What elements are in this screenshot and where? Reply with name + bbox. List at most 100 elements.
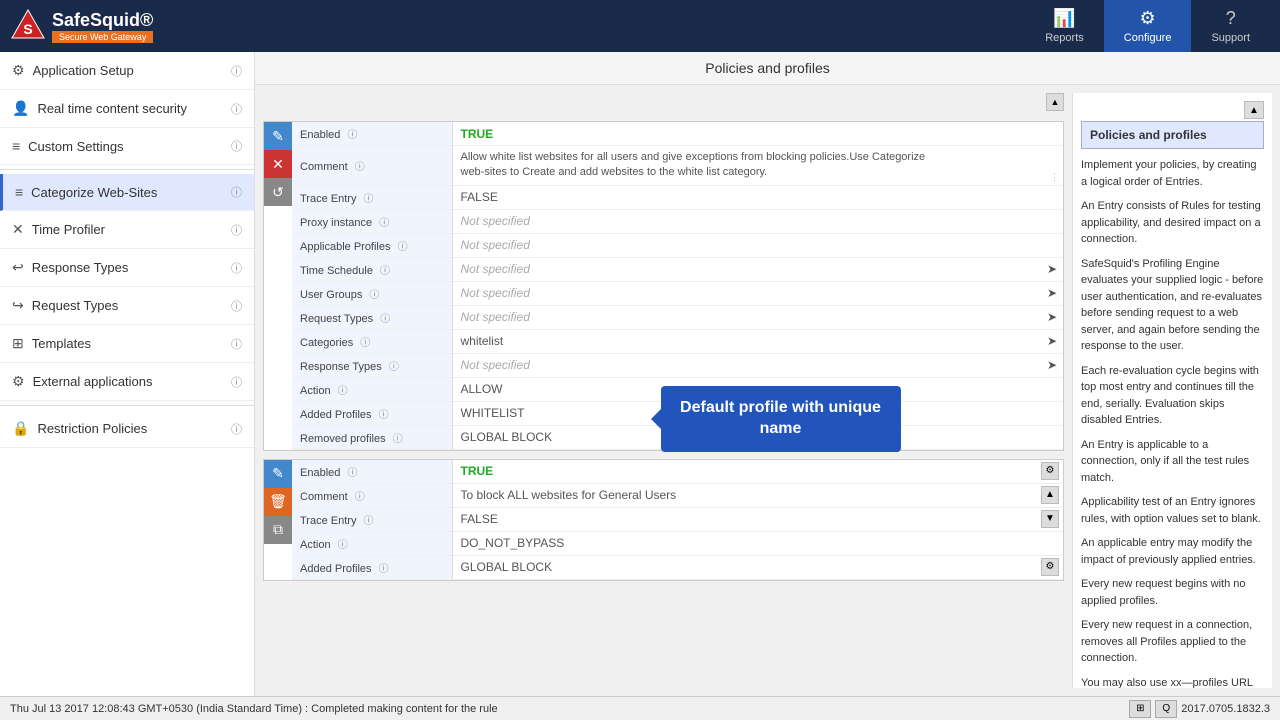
policy-1-edit-btn[interactable]: ✎ <box>264 122 292 150</box>
request-types-help[interactable]: ⓘ <box>380 314 390 325</box>
nav-support[interactable]: ? Support <box>1191 0 1270 52</box>
custom-settings-icon: ≡ <box>12 138 20 154</box>
realtime-help[interactable]: ⓘ <box>231 101 242 117</box>
policy-2-edit-btn[interactable]: ✎ <box>264 460 292 488</box>
p2-scroll-bottom-btn[interactable]: ⚙ <box>1041 558 1059 576</box>
p2-enabled-help[interactable]: ⓘ <box>347 468 357 479</box>
header: S SafeSquid® Secure Web Gateway 📊 Report… <box>0 0 1280 52</box>
sidebar-item-restriction-policies[interactable]: 🔒 Restriction Policies ⓘ <box>0 410 254 448</box>
status-icon-2[interactable]: Q <box>1155 700 1177 718</box>
applicable-help[interactable]: ⓘ <box>398 242 408 253</box>
version-text: 2017.0705.1832.3 <box>1181 703 1270 715</box>
p2-added-profiles-label: Added Profiles ⓘ <box>292 555 452 579</box>
p2-scroll-up-btn[interactable]: ▲ <box>1041 486 1059 504</box>
scroll-up-button[interactable]: ▲ <box>1046 93 1064 111</box>
templates-help[interactable]: ⓘ <box>231 336 242 352</box>
p2-comment-value: To block ALL websites for General Users … <box>452 483 1063 507</box>
table-row: User Groups ⓘ Not specified ➤ <box>292 281 1063 305</box>
nav-configure[interactable]: ⚙ Configure <box>1104 0 1192 52</box>
sidebar-item-templates[interactable]: ⊞ Templates ⓘ <box>0 325 254 363</box>
table-row: Time Schedule ⓘ Not specified ➤ <box>292 257 1063 281</box>
enabled-help[interactable]: ⓘ <box>347 130 357 141</box>
request-types-arrow[interactable]: ➤ <box>1047 310 1057 324</box>
user-groups-label: User Groups ⓘ <box>292 281 452 305</box>
categories-help[interactable]: ⓘ <box>360 338 370 349</box>
comment-help[interactable]: ⓘ <box>355 162 365 173</box>
sidebar-item-external-apps[interactable]: ⚙ External applications ⓘ <box>0 363 254 401</box>
response-types-arrow[interactable]: ➤ <box>1047 358 1057 372</box>
p2-trace-value: FALSE ▼ <box>452 507 1063 531</box>
sidebar-item-time-profiler[interactable]: ✕ Time Profiler ⓘ <box>0 211 254 249</box>
status-icon-1[interactable]: ⊞ <box>1129 700 1151 718</box>
categorize-help[interactable]: ⓘ <box>231 184 242 200</box>
request-types-help[interactable]: ⓘ <box>231 298 242 314</box>
table-row: Comment ⓘ To block ALL websites for Gene… <box>292 483 1063 507</box>
p2-added-profiles-value: GLOBAL BLOCK ⚙ <box>452 555 1063 579</box>
restriction-policies-help[interactable]: ⓘ <box>231 421 242 437</box>
removed-profiles-help[interactable]: ⓘ <box>393 434 403 445</box>
response-types-help[interactable]: ⓘ <box>231 260 242 276</box>
sidebar-label-templates: Templates <box>32 336 91 351</box>
proxy-help[interactable]: ⓘ <box>379 218 389 229</box>
main-layout: ⚙ Application Setup ⓘ 👤 Real time conten… <box>0 52 1280 696</box>
application-setup-help[interactable]: ⓘ <box>231 63 242 79</box>
sidebar-label-time-profiler: Time Profiler <box>32 222 105 237</box>
action-help[interactable]: ⓘ <box>338 386 348 397</box>
sidebar-item-response-types[interactable]: ↩ Response Types ⓘ <box>0 249 254 287</box>
policy-2-delete-btn[interactable]: 🗑 <box>264 488 292 516</box>
trace-entry-label: Trace Entry ⓘ <box>292 185 452 209</box>
categories-arrow[interactable]: ➤ <box>1047 334 1057 348</box>
comment-label: Comment ⓘ <box>292 146 452 186</box>
categorize-icon: ≡ <box>15 184 23 200</box>
right-panel-p7: An applicable entry may modify the impac… <box>1081 535 1264 568</box>
header-nav: 📊 Reports ⚙ Configure ? Support <box>1025 0 1270 52</box>
svg-text:S: S <box>23 21 32 37</box>
application-setup-icon: ⚙ <box>12 62 25 79</box>
p2-scroll-down-btn[interactable]: ▼ <box>1041 510 1059 528</box>
comment-value: Allow white list websites for all users … <box>452 146 1063 186</box>
sidebar-item-custom-settings[interactable]: ≡ Custom Settings ⓘ <box>0 128 254 165</box>
user-groups-help[interactable]: ⓘ <box>369 290 379 301</box>
right-panel: ▲ Policies and profiles Implement your p… <box>1072 93 1272 688</box>
p2-action-help[interactable]: ⓘ <box>338 540 348 551</box>
policy-1-delete-btn[interactable]: ✕ <box>264 150 292 178</box>
time-schedule-arrow[interactable]: ➤ <box>1047 262 1057 276</box>
policy-2-copy-btn[interactable]: ⧉ <box>264 516 292 544</box>
p2-comment-help[interactable]: ⓘ <box>355 492 365 503</box>
policy-2-table: Enabled ⓘ TRUE ⚙ Comment ⓘ <box>292 460 1063 580</box>
nav-reports-label: Reports <box>1045 32 1084 44</box>
time-profiler-help[interactable]: ⓘ <box>231 222 242 238</box>
p2-trace-label: Trace Entry ⓘ <box>292 507 452 531</box>
added-profiles-help[interactable]: ⓘ <box>379 410 389 421</box>
templates-icon: ⊞ <box>12 335 24 352</box>
external-apps-help[interactable]: ⓘ <box>231 374 242 390</box>
custom-settings-help[interactable]: ⓘ <box>231 138 242 154</box>
nav-reports[interactable]: 📊 Reports <box>1025 0 1104 52</box>
proxy-instance-value: Not specified <box>452 209 1063 233</box>
right-panel-scroll-up[interactable]: ▲ <box>1244 101 1264 119</box>
sidebar-item-request-types[interactable]: ↪ Request Types ⓘ <box>0 287 254 325</box>
table-row: Action ⓘ DO_NOT_BYPASS <box>292 531 1063 555</box>
sidebar-item-categorize[interactable]: ≡ Categorize Web-Sites ⓘ <box>0 174 254 211</box>
trace-help[interactable]: ⓘ <box>364 194 374 205</box>
table-row: Enabled ⓘ TRUE <box>292 122 1063 146</box>
sidebar-item-realtime[interactable]: 👤 Real time content security ⓘ <box>0 90 254 128</box>
resize-handle[interactable]: ⋮ <box>1050 172 1059 183</box>
p2-action-value: DO_NOT_BYPASS <box>452 531 1063 555</box>
page-title-bar: Policies and profiles <box>255 52 1280 85</box>
time-schedule-help[interactable]: ⓘ <box>380 266 390 277</box>
user-groups-arrow[interactable]: ➤ <box>1047 286 1057 300</box>
enabled-value: TRUE <box>452 122 1063 146</box>
sidebar-label-request-types: Request Types <box>32 298 118 313</box>
categories-label: Categories ⓘ <box>292 329 452 353</box>
p2-trace-help[interactable]: ⓘ <box>364 516 374 527</box>
p2-scroll-top-btn[interactable]: ⚙ <box>1041 462 1059 480</box>
right-panel-p4: Each re-evaluation cycle begins with top… <box>1081 363 1264 429</box>
policy-1-reset-btn[interactable]: ↺ <box>264 178 292 206</box>
right-panel-p3: SafeSquid's Profiling Engine evaluates y… <box>1081 256 1264 355</box>
p2-added-profiles-help[interactable]: ⓘ <box>379 564 389 575</box>
response-types-help[interactable]: ⓘ <box>389 362 399 373</box>
content-area: Policies and profiles ▲ ✎ ✕ ↺ <box>255 52 1280 696</box>
sidebar-item-application-setup[interactable]: ⚙ Application Setup ⓘ <box>0 52 254 90</box>
policies-main: ▲ ✎ ✕ ↺ Enabled ⓘ <box>263 93 1064 688</box>
